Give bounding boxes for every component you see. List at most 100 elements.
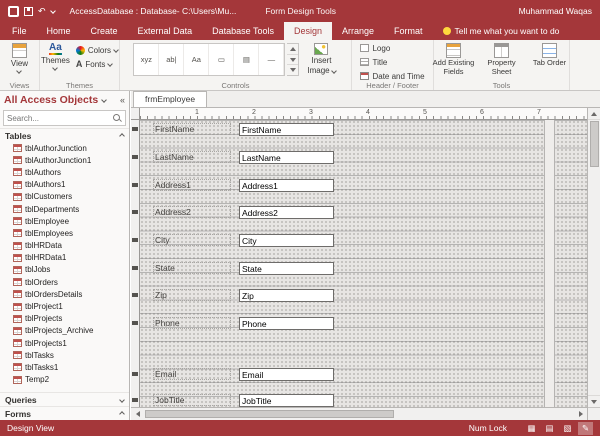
scroll-right-icon[interactable] (574, 408, 587, 420)
control-gallery-item[interactable]: — (259, 44, 284, 75)
form-right-edge[interactable] (544, 120, 555, 407)
nav-item[interactable]: Temp2 (0, 374, 129, 386)
field-textbox[interactable]: State (239, 262, 334, 275)
design-view-icon[interactable]: ✎ (578, 422, 593, 435)
shutter-bar-icon[interactable]: « (120, 96, 125, 105)
tab-arrange[interactable]: Arrange (332, 22, 384, 40)
field-textbox[interactable]: Address2 (239, 206, 334, 219)
gallery-scroll-up-icon[interactable] (287, 44, 298, 55)
field-label[interactable]: City (153, 234, 231, 246)
tab-format[interactable]: Format (384, 22, 433, 40)
nav-section-tables[interactable]: Tables (0, 128, 129, 142)
nav-item[interactable]: tblEmployee (0, 215, 129, 227)
nav-item[interactable]: tblJobs (0, 264, 129, 276)
control-gallery-item[interactable]: ab| (159, 44, 184, 75)
nav-section-forms[interactable]: Forms (0, 406, 129, 420)
user-name[interactable]: Muhammad Waqas (519, 6, 592, 16)
field-label[interactable]: Address1 (153, 179, 231, 191)
tab-file[interactable]: File (2, 22, 37, 40)
nav-item[interactable]: tblHRData1 (0, 252, 129, 264)
nav-item[interactable]: tblProjects1 (0, 337, 129, 349)
field-textbox[interactable]: Address1 (239, 179, 334, 192)
vertical-ruler[interactable] (131, 120, 140, 407)
add-existing-fields-button[interactable]: Add Existing Fields (431, 42, 477, 77)
tab-order-button[interactable]: Tab Order (527, 42, 573, 77)
horizontal-ruler[interactable]: 1 2 3 4 5 6 7 (140, 108, 587, 120)
colors-button[interactable]: Colors (74, 44, 120, 56)
nav-pane-header[interactable]: All Access Objects « (0, 91, 129, 109)
scroll-up-icon[interactable] (588, 108, 600, 120)
tab-database-tools[interactable]: Database Tools (202, 22, 284, 40)
chevron-up-icon (119, 411, 125, 417)
nav-item[interactable]: tblAuthorJunction1 (0, 154, 129, 166)
nav-item[interactable]: tblAuthors (0, 166, 129, 178)
datasheet-view-icon[interactable]: ▦ (524, 422, 539, 435)
control-gallery-item[interactable]: ▤ (234, 44, 259, 75)
field-label[interactable]: Phone (153, 317, 231, 329)
nav-search-box[interactable] (3, 110, 126, 126)
nav-item[interactable]: tblProject1 (0, 300, 129, 312)
form-view-icon[interactable]: ▤ (542, 422, 557, 435)
tab-create[interactable]: Create (81, 22, 128, 40)
tab-home[interactable]: Home (37, 22, 81, 40)
themes-button[interactable]: Aa Themes (39, 42, 72, 71)
field-label[interactable]: LastName (153, 151, 231, 163)
scroll-left-icon[interactable] (131, 408, 144, 420)
layout-view-icon[interactable]: ▧ (560, 422, 575, 435)
field-textbox[interactable]: Zip (239, 289, 334, 302)
field-textbox[interactable]: Phone (239, 317, 334, 330)
field-textbox[interactable]: FirstName (239, 123, 334, 136)
undo-icon[interactable]: ↶ (38, 7, 46, 16)
field-label[interactable]: State (153, 262, 231, 274)
field-textbox[interactable]: City (239, 234, 334, 247)
field-label[interactable]: Address2 (153, 206, 231, 218)
nav-item[interactable]: tblAuthorJunction (0, 142, 129, 154)
field-label[interactable]: Zip (153, 289, 231, 301)
control-gallery-item[interactable]: ▭ (209, 44, 234, 75)
horizontal-scroll-thumb[interactable] (145, 410, 394, 418)
nav-item[interactable]: tblDepartments (0, 203, 129, 215)
nav-item[interactable]: tblProjects_Archive (0, 325, 129, 337)
ruler-corner[interactable] (131, 108, 140, 120)
vertical-scroll-thumb[interactable] (590, 121, 599, 167)
tab-design[interactable]: Design (284, 22, 332, 40)
gallery-scroll-down-icon[interactable] (287, 55, 298, 66)
nav-item[interactable]: tblHRData (0, 240, 129, 252)
document-tab-frmEmployee[interactable]: frmEmployee (133, 91, 207, 107)
control-gallery-item[interactable]: Aa (184, 44, 209, 75)
control-gallery-item[interactable]: xyz (134, 44, 159, 75)
vertical-scrollbar[interactable] (587, 108, 600, 420)
title-button[interactable]: Title (358, 56, 426, 68)
insert-image-button[interactable]: Insert Image (305, 42, 337, 76)
form-design-grid[interactable]: FirstName FirstName LastName LastName Addr… (140, 120, 587, 407)
nav-item[interactable]: tblProjects (0, 313, 129, 325)
field-textbox[interactable]: JobTitle (239, 394, 334, 407)
horizontal-scroll-track[interactable] (144, 408, 574, 420)
horizontal-scrollbar[interactable] (131, 407, 587, 420)
field-textbox[interactable]: Email (239, 368, 334, 381)
scroll-down-icon[interactable] (588, 395, 600, 407)
field-label[interactable]: JobTitle (153, 394, 231, 406)
logo-button[interactable]: Logo (358, 42, 426, 54)
view-button[interactable]: View (9, 42, 30, 74)
field-label[interactable]: FirstName (153, 123, 231, 135)
property-sheet-button[interactable]: Property Sheet (479, 42, 525, 77)
save-icon[interactable] (24, 7, 33, 16)
gallery-more-icon[interactable] (287, 65, 298, 75)
nav-item[interactable]: tblOrders (0, 276, 129, 288)
nav-item[interactable]: tblOrdersDetails (0, 288, 129, 300)
fonts-button[interactable]: A Fonts (74, 58, 120, 70)
search-input[interactable] (7, 114, 113, 123)
tab-external-data[interactable]: External Data (128, 22, 203, 40)
nav-section-queries[interactable]: Queries (0, 392, 129, 406)
nav-item[interactable]: tblAuthors1 (0, 179, 129, 191)
nav-item[interactable]: tblTasks (0, 349, 129, 361)
nav-item[interactable]: tblEmployees (0, 227, 129, 239)
nav-item[interactable]: tblCustomers (0, 191, 129, 203)
table-icon (13, 266, 22, 274)
tell-me-box[interactable]: Tell me what you want to do (443, 22, 560, 40)
qat-customize-icon[interactable] (50, 8, 56, 14)
field-label[interactable]: Email (153, 368, 231, 380)
field-textbox[interactable]: LastName (239, 151, 334, 164)
nav-item[interactable]: tblTasks1 (0, 361, 129, 373)
